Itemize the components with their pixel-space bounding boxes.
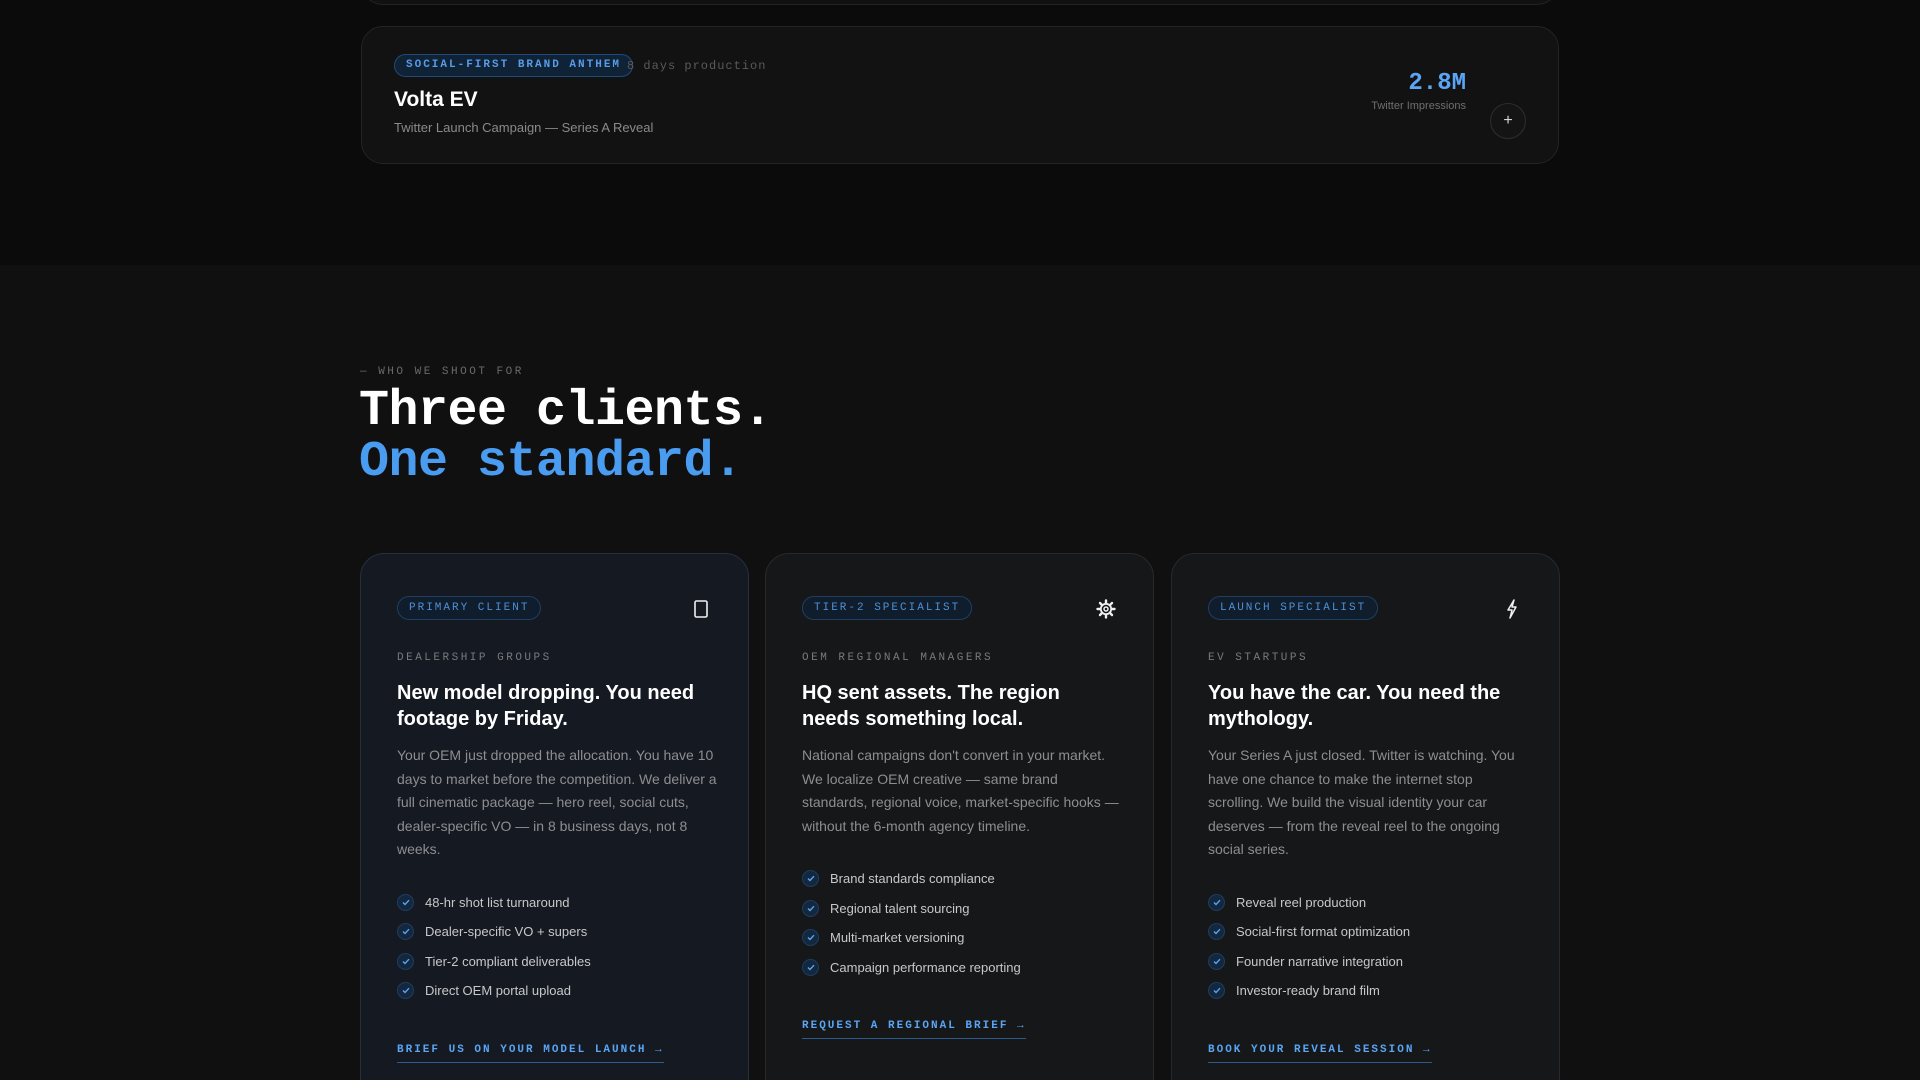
feature-label: Direct OEM portal upload [425, 983, 571, 999]
client-card-title: HQ sent assets. The region needs somethi… [802, 682, 1060, 730]
check-icon [802, 929, 819, 947]
list-item: Direct OEM portal upload [397, 976, 717, 1006]
project-production-time: 8 days production [627, 59, 767, 73]
project-subtitle: Twitter Launch Campaign — Series A Revea… [394, 120, 654, 135]
feature-label: Dealer-specific VO + supers [425, 924, 588, 940]
gear-icon [1095, 598, 1117, 620]
feature-label: 48-hr shot list turnaround [425, 894, 570, 910]
list-item: Founder narrative integration [1208, 947, 1528, 977]
lightning-icon [1501, 598, 1523, 620]
check-icon [802, 899, 819, 917]
section-headline: Three clients. One standard. [359, 383, 773, 491]
check-icon [397, 982, 414, 1000]
client-card-ev-startups: LAUNCH SPECIALIST EV STARTUPS You have t… [1171, 553, 1560, 1080]
client-tag: PRIMARY CLIENT [397, 596, 542, 620]
metric-label: Twitter Impressions [1371, 100, 1466, 112]
list-item: Brand standards compliance [802, 864, 1122, 894]
feature-label: Social-first format optimization [1236, 924, 1411, 940]
list-item: Campaign performance reporting [802, 953, 1122, 983]
previous-project-card [361, 0, 1559, 5]
list-item: Investor-ready brand film [1208, 976, 1528, 1006]
list-item: Regional talent sourcing [802, 894, 1122, 924]
list-item: 48-hr shot list turnaround [397, 888, 717, 918]
feature-label: Investor-ready brand film [1236, 983, 1380, 999]
feature-list: 48-hr shot list turnaround Dealer-specif… [397, 888, 717, 1006]
check-icon [1208, 982, 1225, 1000]
client-segment: EV STARTUPS [1208, 652, 1309, 664]
feature-label: Founder narrative integration [1236, 953, 1403, 969]
project-title: Volta EV [394, 88, 478, 111]
list-item: Reveal reel production [1208, 888, 1528, 918]
project-metric: 2.8M Twitter Impressions [1371, 70, 1466, 112]
client-tag: TIER-2 SPECIALIST [802, 596, 973, 620]
client-segment: OEM REGIONAL MANAGERS [802, 652, 994, 664]
plus-icon: + [1503, 112, 1513, 129]
feature-label: Brand standards compliance [830, 871, 995, 887]
client-card-title: New model dropping. You need footage by … [397, 682, 695, 730]
check-icon [1208, 923, 1225, 941]
check-icon [802, 870, 819, 888]
check-icon [397, 952, 414, 970]
brief-model-launch-link[interactable]: BRIEF US ON YOUR MODEL LAUNCH → [397, 1044, 664, 1063]
phone-icon [690, 598, 712, 620]
feature-label: Campaign performance reporting [830, 959, 1021, 975]
metric-value: 2.8M [1408, 70, 1466, 97]
project-card[interactable]: SOCIAL-FIRST BRAND ANTHEM 8 days product… [361, 26, 1559, 164]
check-icon [802, 958, 819, 976]
expand-project-button[interactable]: + [1490, 103, 1526, 139]
feature-list: Brand standards compliance Regional tale… [802, 864, 1122, 982]
check-icon [397, 923, 414, 941]
client-segment: DEALERSHIP GROUPS [397, 652, 552, 664]
feature-label: Reveal reel production [1236, 894, 1367, 910]
list-item: Tier-2 compliant deliverables [397, 947, 717, 977]
book-reveal-session-link[interactable]: BOOK YOUR REVEAL SESSION → [1208, 1044, 1432, 1063]
list-item: Social-first format optimization [1208, 917, 1528, 947]
headline-line-2: One standard. [359, 434, 743, 491]
headline-line-1: Three clients. [359, 383, 773, 440]
feature-label: Tier-2 compliant deliverables [425, 953, 591, 969]
list-item: Multi-market versioning [802, 923, 1122, 953]
section-eyebrow: — WHO WE SHOOT FOR [360, 366, 524, 378]
feature-list: Reveal reel production Social-first form… [1208, 888, 1528, 1006]
client-card-dealership: PRIMARY CLIENT DEALERSHIP GROUPS New mod… [360, 553, 749, 1080]
list-item: Dealer-specific VO + supers [397, 917, 717, 947]
project-category-badge: SOCIAL-FIRST BRAND ANTHEM [394, 54, 634, 77]
client-card-body: Your Series A just closed. Twitter is wa… [1208, 747, 1515, 857]
feature-label: Regional talent sourcing [830, 900, 970, 916]
client-card-title: You have the car. You need the mythology… [1208, 682, 1501, 730]
client-card-body: Your OEM just dropped the allocation. Yo… [397, 747, 717, 857]
check-icon [397, 893, 414, 911]
check-icon [1208, 893, 1225, 911]
request-regional-brief-link[interactable]: REQUEST A REGIONAL BRIEF → [802, 1020, 1026, 1039]
check-icon [1208, 952, 1225, 970]
client-card-body: National campaigns don't convert in your… [802, 747, 1119, 834]
client-card-oem: TIER-2 SPECIALIST OEM REGIONAL MANAGERS … [765, 553, 1154, 1080]
client-tag: LAUNCH SPECIALIST [1208, 596, 1379, 620]
feature-label: Multi-market versioning [830, 930, 965, 946]
